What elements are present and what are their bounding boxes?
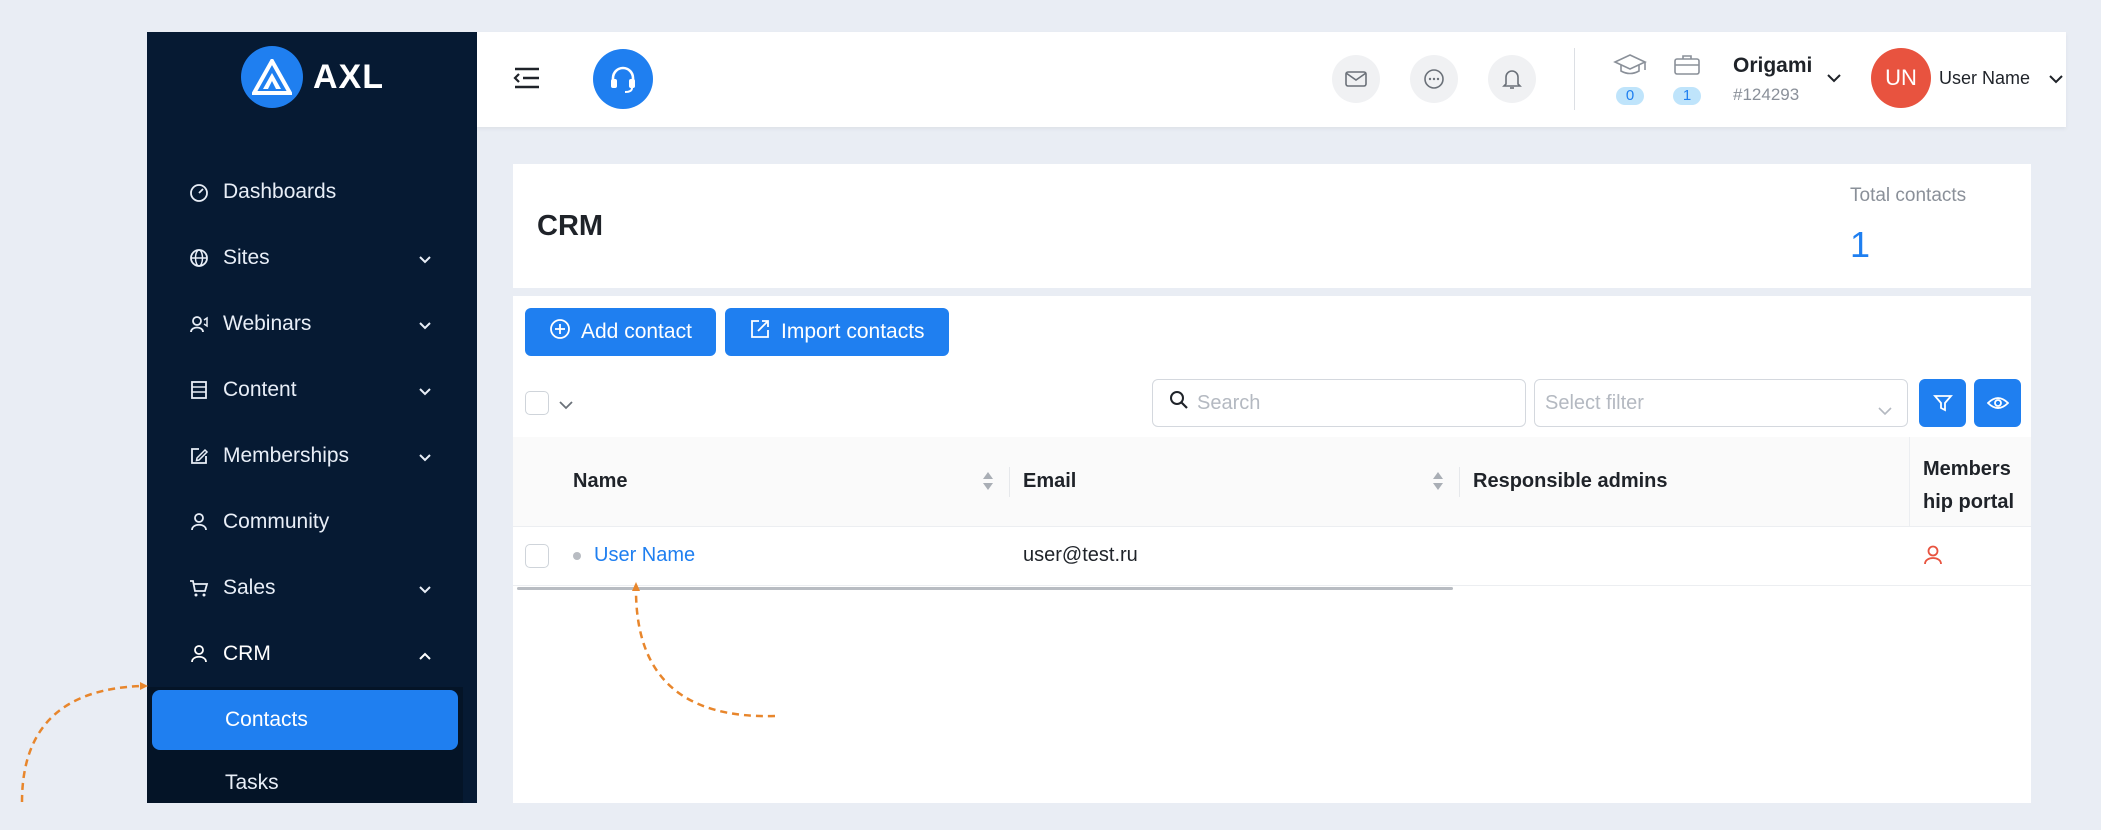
arrow-head-icon (140, 682, 148, 690)
annotation-overlay (20, 582, 776, 803)
arrow-head-icon (632, 582, 640, 591)
annotation-arrow (634, 589, 776, 718)
annotation-arrow (20, 684, 143, 803)
